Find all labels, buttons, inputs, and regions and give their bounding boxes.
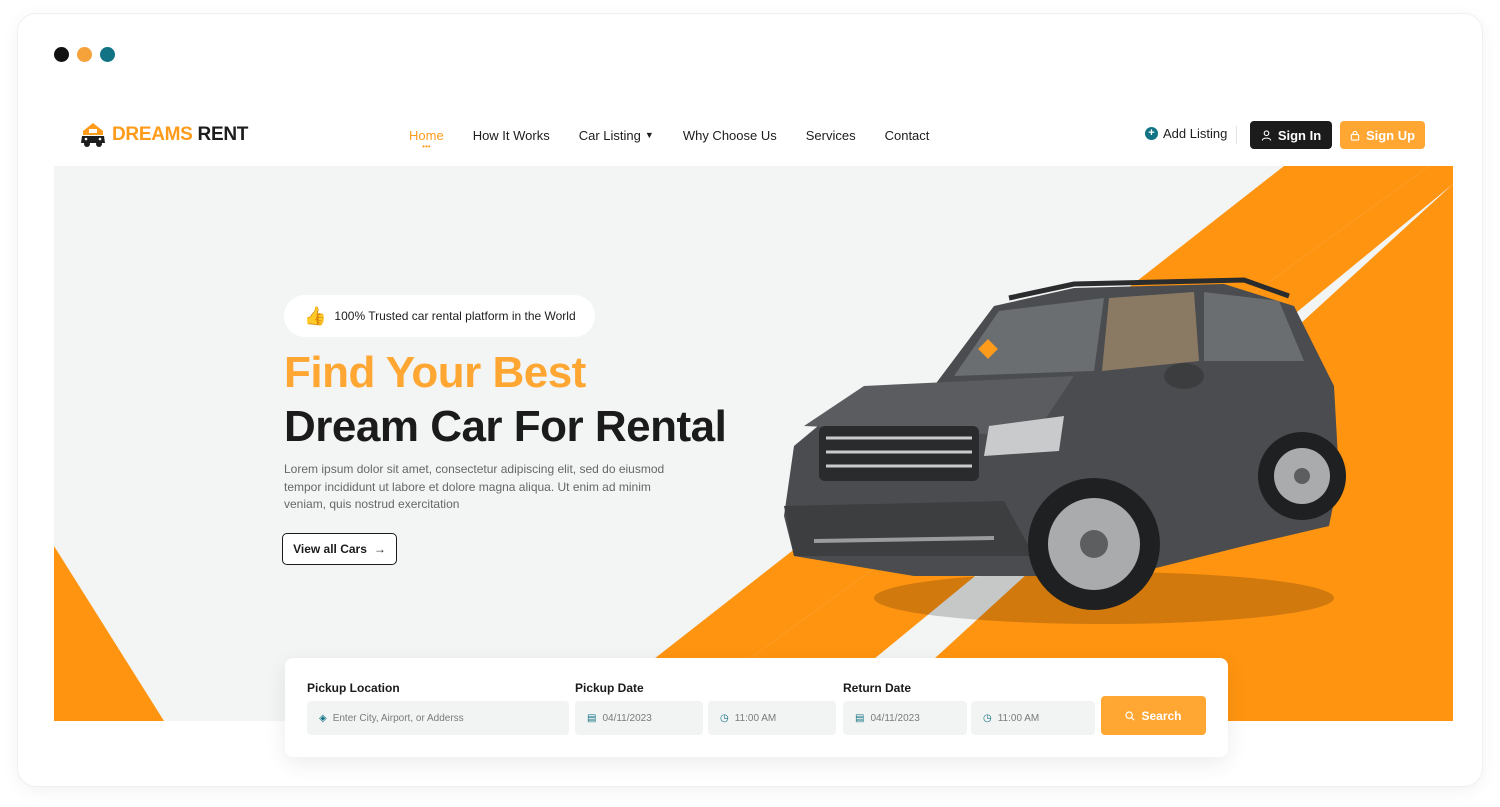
plus-circle-icon: + xyxy=(1145,127,1158,140)
trust-badge: 👍 100% Trusted car rental platform in th… xyxy=(284,295,595,337)
view-all-cars-button[interactable]: View all Cars → xyxy=(282,533,397,565)
pickup-location-label: Pickup Location xyxy=(307,681,400,695)
search-button-label: Search xyxy=(1141,708,1182,723)
pickup-location-input[interactable]: ◈ Enter City, Airport, or Adderss xyxy=(307,701,569,735)
pickup-date-label: Pickup Date xyxy=(575,681,644,695)
window-controls xyxy=(54,47,115,62)
window-dot-maximize[interactable] xyxy=(100,47,115,62)
hero-title-line-1: Find Your Best xyxy=(284,348,586,397)
sign-in-label: Sign In xyxy=(1277,127,1322,143)
window-dot-minimize[interactable] xyxy=(77,47,92,62)
hero-section: 👍 100% Trusted car rental platform in th… xyxy=(54,166,1453,721)
divider xyxy=(1236,126,1237,144)
nav-label: Services xyxy=(805,127,856,143)
return-time-input[interactable]: ◷ 11:00 AM xyxy=(971,701,1095,735)
sign-up-button[interactable]: Sign Up xyxy=(1340,121,1425,149)
hero-title-line-2: Dream Car For Rental xyxy=(284,402,727,451)
nav-car-listing[interactable]: Car Listing ▼ xyxy=(579,128,654,143)
arrow-right-icon: → xyxy=(373,542,386,556)
pickup-date-value: 04/11/2023 xyxy=(602,712,652,724)
nav-label: Home xyxy=(409,127,444,143)
nav-label: Contact xyxy=(884,127,930,143)
calendar-icon: ▤ xyxy=(587,712,597,724)
sign-up-label: Sign Up xyxy=(1365,127,1416,143)
brand-name: DREAMS RENT xyxy=(112,124,248,146)
user-icon xyxy=(1261,129,1272,141)
brand-word-2: RENT xyxy=(197,124,249,145)
nav-home[interactable]: Home xyxy=(409,128,444,143)
clock-icon: ◷ xyxy=(720,712,729,724)
nav-contact[interactable]: Contact xyxy=(885,128,930,143)
return-date-input[interactable]: ▤ 04/11/2023 xyxy=(843,701,967,735)
view-all-cars-label: View all Cars xyxy=(293,542,367,556)
hero-description: Lorem ipsum dolor sit amet, consectetur … xyxy=(284,462,665,511)
nav-label: Car Listing xyxy=(578,127,641,143)
brand-logo[interactable]: DREAMS RENT xyxy=(80,122,248,148)
site-header: DREAMSRENT Home How It Works Car Listing… xyxy=(54,104,1453,166)
main-nav: Home How It Works Car Listing▼ Why Choos… xyxy=(409,104,929,166)
car-logo-icon xyxy=(81,123,105,147)
nav-how-it-works[interactable]: How It Works xyxy=(473,128,550,143)
window-dot-close[interactable] xyxy=(54,47,69,62)
pickup-date-input[interactable]: ▤ 04/11/2023 xyxy=(575,701,703,735)
caret-down-icon: ▼ xyxy=(644,130,654,140)
lock-icon xyxy=(1350,130,1360,141)
pickup-location-placeholder: Enter City, Airport, or Adderss xyxy=(332,712,464,724)
pickup-time-value: 11:00 AM xyxy=(734,712,777,724)
search-icon xyxy=(1125,710,1136,721)
nav-services[interactable]: Services xyxy=(806,128,856,143)
sign-in-button[interactable]: Sign In xyxy=(1250,121,1332,149)
search-panel: Pickup Location ◈ Enter City, Airport, o… xyxy=(285,658,1228,757)
return-time-value: 11:00 AM xyxy=(997,712,1040,724)
thumbs-up-icon: 👍 xyxy=(304,305,327,326)
nav-why-choose-us[interactable]: Why Choose Us xyxy=(683,128,777,143)
nav-label: Why Choose Us xyxy=(682,127,777,143)
add-listing-label: Add Listing xyxy=(1163,126,1228,141)
pickup-time-input[interactable]: ◷ 11:00 AM xyxy=(708,701,836,735)
clock-icon: ◷ xyxy=(983,712,992,724)
return-date-value: 04/11/2023 xyxy=(870,712,920,724)
return-date-label: Return Date xyxy=(843,681,912,695)
brand-word-1: DREAMS xyxy=(112,124,193,145)
trust-badge-text: 100% Trusted car rental platform in the … xyxy=(334,309,576,323)
calendar-icon: ▤ xyxy=(855,712,865,724)
add-listing-link[interactable]: + Add Listing xyxy=(1145,126,1227,141)
search-button[interactable]: Search xyxy=(1101,696,1206,735)
suv-car-image xyxy=(784,277,1346,624)
location-pin-icon: ◈ xyxy=(319,712,327,724)
website: DREAMSRENT Home How It Works Car Listing… xyxy=(54,104,1453,757)
nav-label: How It Works xyxy=(472,127,550,143)
